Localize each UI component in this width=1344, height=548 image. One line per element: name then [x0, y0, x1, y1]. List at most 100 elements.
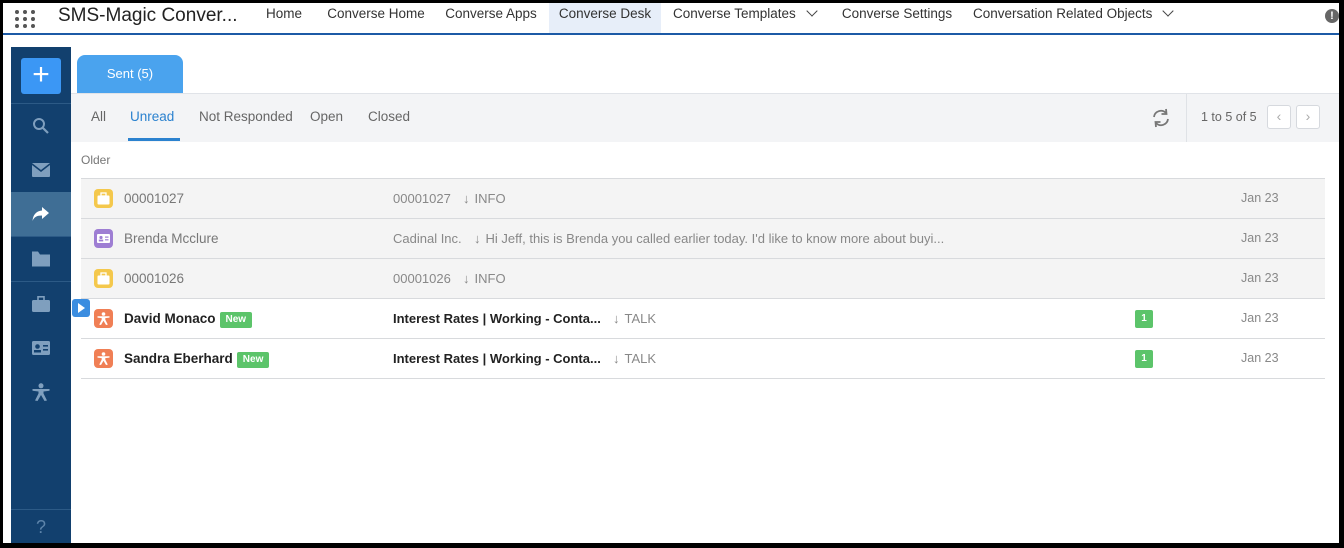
tab-sent[interactable]: Sent (5) [77, 55, 183, 93]
filter-closed[interactable]: Closed [368, 109, 410, 124]
conversation-row[interactable]: 00001027 00001027 ↓ INFO Jan 23 [81, 179, 1325, 219]
conversation-row[interactable]: Sandra Eberhard New Interest Rates | Worki… [81, 339, 1325, 379]
view-tab-strip: Sent (5) [71, 47, 1339, 93]
conversation-date: Jan 23 [1241, 271, 1279, 285]
conversation-name[interactable]: David Monaco New [124, 311, 253, 328]
conversation-name-text: David Monaco [124, 311, 216, 326]
nav-tab-converse-templates[interactable]: Converse Templates [667, 3, 831, 33]
new-badge: New [236, 352, 270, 368]
conversation-name[interactable]: 00001027 [124, 191, 184, 206]
conversation-date: Jan 23 [1241, 231, 1279, 245]
conversation-subject: Interest Rates | Working - Conta... [393, 351, 601, 366]
subject-text: Cadinal Inc. [393, 231, 462, 246]
chevron-down-icon[interactable] [806, 5, 818, 17]
unread-count-badge: 1 [1135, 350, 1153, 368]
preview-text: TALK [624, 351, 657, 366]
subject-text: Interest Rates | Working - Conta... [393, 311, 601, 326]
conversation-date: Jan 23 [1241, 191, 1279, 205]
nav-tab-label: Converse Desk [558, 6, 652, 21]
conversation-preview: ↓ TALK [613, 351, 656, 366]
folder-icon [32, 251, 50, 267]
conversation-preview: ↓ Hi Jeff, this is Brenda you called earl… [474, 231, 944, 246]
rail-item-leads[interactable] [11, 370, 71, 414]
conversation-list: 00001027 00001027 ↓ INFO Jan 23 Brenda Mcclur… [81, 178, 1325, 379]
nav-tab-label: Conversation Related Objects [973, 6, 1153, 21]
preview-text: TALK [624, 311, 657, 326]
new-badge: New [219, 312, 253, 328]
filter-all[interactable]: All [91, 109, 106, 124]
nav-tab-label: Converse Settings [841, 6, 953, 21]
nav-tab-label: Converse Home [327, 6, 425, 21]
filter-bar: All Unread Not Responded Open Closed 1 t… [71, 93, 1339, 142]
active-filter-indicator [128, 138, 180, 141]
global-nav: SMS-Magic Conver... Home Converse Home C… [3, 3, 1339, 35]
refresh-icon[interactable] [1151, 108, 1171, 128]
conversation-subject: 00001026 [393, 271, 451, 286]
preview-text: INFO [474, 191, 506, 206]
app-launcher-icon[interactable] [13, 10, 37, 28]
rail-item-contacts[interactable] [11, 326, 71, 370]
left-rail: + ? [11, 47, 71, 543]
search-icon [33, 118, 49, 134]
mail-icon [32, 163, 50, 177]
conversation-date: Jan 23 [1241, 351, 1279, 365]
case-icon [94, 189, 113, 208]
incoming-arrow-icon: ↓ [474, 231, 481, 246]
contact-icon [94, 229, 113, 248]
rail-item-cases[interactable] [11, 282, 71, 326]
rail-item-inbox[interactable] [11, 148, 71, 192]
unread-count-badge: 1 [1135, 310, 1153, 328]
app-frame: SMS-Magic Conver... Home Converse Home C… [3, 3, 1339, 543]
contact-card-icon [32, 341, 50, 355]
app-name: SMS-Magic Conver... [58, 5, 238, 26]
filter-open[interactable]: Open [310, 109, 343, 124]
incoming-arrow-icon: ↓ [463, 271, 470, 286]
nav-tab-converse-home[interactable]: Converse Home [321, 3, 431, 33]
conversation-subject: Interest Rates | Working - Conta... [393, 311, 601, 326]
group-label-older: Older [81, 153, 111, 167]
rail-item-sent[interactable] [11, 192, 71, 236]
conversation-preview: ↓ TALK [613, 311, 656, 326]
nav-tab-converse-desk[interactable]: Converse Desk [549, 3, 661, 33]
nav-tab-label: Home [265, 6, 302, 21]
expand-panel-button[interactable] [72, 299, 90, 317]
nav-tab-conversation-related-objects[interactable]: Conversation Related Objects [969, 3, 1183, 33]
previous-page-button[interactable]: ‹ [1267, 105, 1291, 129]
nav-tab-converse-settings[interactable]: Converse Settings [837, 3, 957, 33]
conversation-row[interactable]: David Monaco New Interest Rates | Working … [81, 299, 1325, 339]
conversation-name[interactable]: 00001026 [124, 271, 184, 286]
rail-item-search[interactable] [11, 104, 71, 148]
case-icon [94, 269, 113, 288]
info-icon[interactable]: ! [1325, 9, 1339, 23]
nav-tab-label: Converse Apps [445, 6, 537, 21]
conversation-subject: Cadinal Inc. [393, 231, 462, 246]
preview-text: Hi Jeff, this is Brenda you called earli… [485, 231, 945, 246]
lead-icon [94, 349, 113, 368]
conversation-preview: ↓ INFO [463, 191, 506, 206]
rail-item-folders[interactable] [11, 237, 71, 281]
nav-tab-home[interactable]: Home [258, 3, 310, 33]
briefcase-icon [32, 296, 50, 312]
conversation-name[interactable]: Sandra Eberhard New [124, 351, 270, 368]
conversation-row[interactable]: 00001026 00001026 ↓ INFO Jan 23 [81, 259, 1325, 299]
preview-text: INFO [474, 271, 506, 286]
rail-divider [11, 509, 71, 510]
filter-not-responded[interactable]: Not Responded [199, 109, 293, 124]
conversation-subject: 00001027 [393, 191, 451, 206]
new-message-button[interactable]: + [21, 58, 61, 94]
subject-text: Interest Rates | Working - Conta... [393, 351, 601, 366]
conversation-name-text: Brenda Mcclure [124, 231, 219, 246]
nav-tab-label: Converse Templates [673, 6, 796, 21]
help-icon[interactable]: ? [11, 517, 71, 538]
main-panel: Sent (5) All Unread Not Responded Open C… [71, 47, 1339, 543]
chevron-down-icon[interactable] [1162, 5, 1175, 17]
nav-tab-converse-apps[interactable]: Converse Apps [441, 3, 541, 33]
conversation-preview: ↓ INFO [463, 271, 506, 286]
next-page-button[interactable]: › [1296, 105, 1320, 129]
conversation-row[interactable]: Brenda Mcclure Cadinal Inc. ↓ Hi Jeff, this… [81, 219, 1325, 259]
filter-unread[interactable]: Unread [130, 109, 174, 124]
conversation-date: Jan 23 [1241, 311, 1279, 325]
conversation-name-text: Sandra Eberhard [124, 351, 233, 366]
conversation-name-text: 00001026 [124, 271, 185, 286]
conversation-name[interactable]: Brenda Mcclure [124, 231, 219, 246]
